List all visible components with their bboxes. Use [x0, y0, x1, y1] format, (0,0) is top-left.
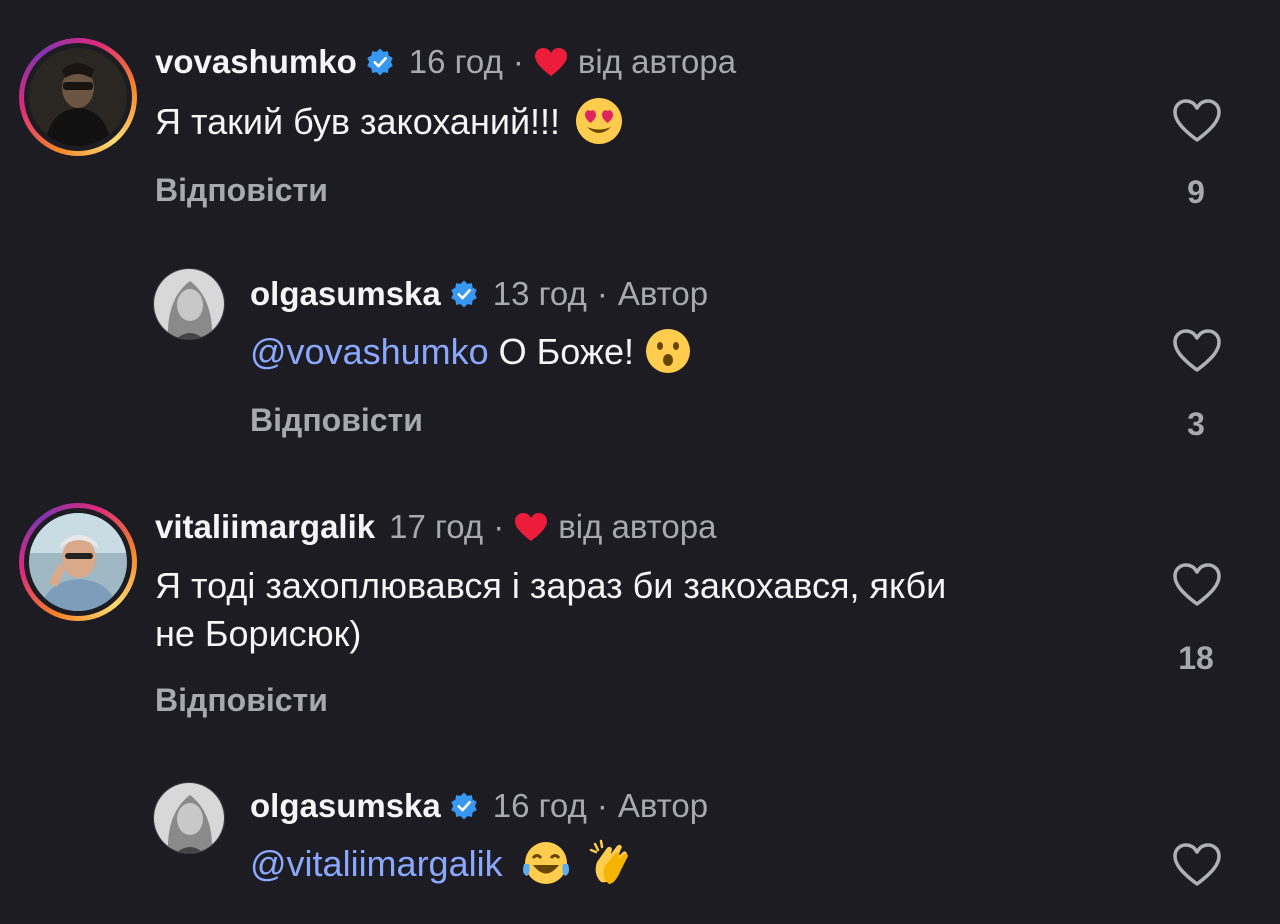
reply-button[interactable]: Відповісти [250, 402, 423, 439]
like-heart-icon[interactable] [1172, 98, 1222, 144]
username[interactable]: olgasumska [250, 787, 441, 825]
verified-badge-icon [451, 792, 477, 820]
liked-by-author-heart-icon [515, 513, 548, 541]
avatar [29, 48, 127, 146]
separator-dot: · [493, 508, 505, 545]
clapping-hands-emoji-icon [589, 840, 628, 885]
comment-vitaliimargalik: vitaliimargalik 17 год · від автора Я то… [0, 470, 1280, 760]
like-heart-icon[interactable] [1172, 328, 1222, 374]
mention-link[interactable]: @vitaliimargalik [250, 843, 503, 884]
like-heart-icon[interactable] [1172, 842, 1222, 888]
story-ring[interactable] [19, 503, 137, 621]
like-heart-icon[interactable] [1172, 562, 1222, 608]
author-label: Автор [617, 787, 709, 824]
username[interactable]: vovashumko [155, 43, 357, 81]
timestamp: 13 год [492, 275, 587, 312]
comment-text: @vovashumko О Боже! [250, 328, 692, 376]
verified-badge-icon [451, 280, 477, 308]
separator-dot: · [596, 787, 608, 824]
heart-eyes-emoji-icon [576, 98, 623, 145]
comment-text: Я такий був закоханий!!! [155, 98, 624, 146]
timestamp: 16 год [408, 43, 503, 80]
tears-of-joy-emoji-icon [522, 842, 569, 885]
avatar[interactable] [153, 782, 225, 854]
avatar[interactable] [153, 268, 225, 340]
reply-button[interactable]: Відповісти [155, 682, 328, 719]
like-count: 3 [1187, 406, 1205, 442]
timestamp: 16 год [492, 787, 587, 824]
reply-button[interactable]: Відповісти [155, 172, 328, 209]
reply-olgasumska-2: olgasumska 16 год · Автор @vitaliimargal… [0, 760, 1280, 924]
separator-dot: · [512, 43, 524, 80]
avatar [29, 513, 127, 611]
like-count: 9 [1187, 174, 1205, 210]
liked-by-author-label: від автора [577, 43, 737, 80]
comment-vovashumko: vovashumko 16 год · від автора Я такий б… [0, 0, 1280, 230]
timestamp: 17 год [389, 508, 484, 545]
verified-badge-icon [367, 48, 393, 76]
story-ring[interactable] [19, 38, 137, 156]
comment-text: Я тоді захоплювався і зараз би закохався… [155, 565, 947, 654]
liked-by-author-heart-icon [534, 48, 567, 76]
username[interactable]: olgasumska [250, 275, 441, 313]
username[interactable]: vitaliimargalik [155, 508, 375, 546]
like-count: 18 [1178, 640, 1214, 676]
author-label: Автор [617, 275, 709, 312]
liked-by-author-label: від автора [558, 508, 717, 545]
reply-olgasumska-1: olgasumska 13 год · Автор @vovashumko О … [0, 230, 1280, 470]
comment-text: @vitaliimargalik [250, 840, 637, 888]
separator-dot: · [596, 275, 608, 312]
mention-link[interactable]: @vovashumko [250, 331, 489, 372]
astonished-emoji-icon [646, 329, 691, 374]
